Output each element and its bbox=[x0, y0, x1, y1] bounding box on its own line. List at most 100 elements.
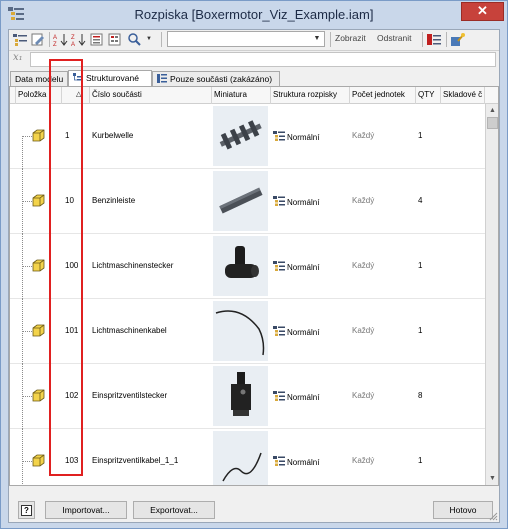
qty-cell[interactable]: 4 bbox=[416, 169, 441, 234]
thumbnail-cell bbox=[212, 364, 271, 429]
remove-button[interactable]: Odstranit bbox=[377, 33, 412, 43]
part-number-cell[interactable]: Einspritzventilstecker bbox=[90, 364, 212, 429]
part-number-cell[interactable]: Kurbelwelle bbox=[90, 104, 212, 169]
search-dropdown-arrow[interactable]: ▼ bbox=[146, 36, 152, 42]
unit-quantity-cell[interactable]: Každý bbox=[350, 364, 416, 429]
unit-quantity-cell[interactable]: Každý bbox=[350, 234, 416, 299]
bom-structure-cell[interactable]: Normální bbox=[271, 104, 350, 169]
scroll-down-icon[interactable]: ▼ bbox=[486, 472, 498, 485]
chevron-down-icon[interactable]: ▼ bbox=[311, 33, 323, 45]
header-qty[interactable]: QTY bbox=[416, 87, 441, 104]
qty-cell[interactable]: 1 bbox=[416, 429, 441, 485]
formula-input[interactable] bbox=[30, 52, 496, 67]
stock-number-cell[interactable] bbox=[441, 104, 485, 169]
header-unit-quantity[interactable]: Počet jednotek bbox=[350, 87, 416, 104]
part-number-cell[interactable]: Lichtmaschinenkabel bbox=[90, 299, 212, 364]
bom-structure: Normální bbox=[273, 196, 319, 207]
vertical-scrollbar[interactable]: ▲ ▼ bbox=[485, 104, 498, 485]
bom-structure-cell[interactable]: Normální bbox=[271, 169, 350, 234]
header-bom-structure[interactable]: Struktura rozpisky bbox=[271, 87, 350, 104]
scroll-thumb[interactable] bbox=[487, 117, 498, 129]
qty-cell[interactable]: 8 bbox=[416, 364, 441, 429]
grid-header: Položka △ Číslo součásti Miniatura Struk… bbox=[10, 87, 498, 104]
unit-quantity: Každý bbox=[352, 261, 375, 270]
bom-structure-cell[interactable]: Normální bbox=[271, 429, 350, 485]
qty-cell[interactable]: 1 bbox=[416, 299, 441, 364]
show-button[interactable]: Zobrazit bbox=[335, 33, 366, 43]
done-button[interactable]: Hotovo bbox=[433, 501, 493, 519]
scroll-up-icon[interactable]: ▲ bbox=[486, 104, 498, 117]
part-number: Kurbelwelle bbox=[92, 131, 134, 140]
bom-icon[interactable] bbox=[12, 32, 28, 47]
help-button[interactable]: ? bbox=[18, 501, 35, 519]
unit-quantity: Každý bbox=[352, 326, 375, 335]
bom-structure: Normální bbox=[273, 326, 319, 337]
toolbar-separator bbox=[330, 32, 331, 47]
stock-number-cell[interactable] bbox=[441, 299, 485, 364]
search-icon[interactable] bbox=[127, 32, 143, 47]
part-thumbnail bbox=[213, 236, 268, 296]
properties-icon[interactable] bbox=[107, 32, 123, 47]
qty-cell[interactable]: 1 bbox=[416, 104, 441, 169]
header-stock-number[interactable]: Skladové č bbox=[441, 87, 485, 104]
bom-structure-label: Normální bbox=[287, 393, 320, 402]
bom-structure-cell[interactable]: Normální bbox=[271, 234, 350, 299]
unit-quantity-cell[interactable]: Každý bbox=[350, 104, 416, 169]
part-thumbnail bbox=[213, 171, 268, 231]
tab-structured-label: Strukturované bbox=[86, 73, 139, 83]
part-thumbnail bbox=[213, 106, 268, 166]
sort-az-icon[interactable]: AZ bbox=[53, 32, 69, 47]
part-number-cell[interactable]: Lichtmaschinenstecker bbox=[90, 234, 212, 299]
qty: 8 bbox=[418, 391, 423, 400]
export-button[interactable]: Exportovat... bbox=[133, 501, 215, 519]
stock-number-cell[interactable] bbox=[441, 234, 485, 299]
structure-icon bbox=[273, 326, 285, 336]
part-thumbnail bbox=[213, 431, 268, 485]
bom-structure: Normální bbox=[273, 391, 319, 402]
tree-connector bbox=[22, 461, 32, 462]
wizard-icon[interactable] bbox=[450, 32, 466, 47]
bom-structure-label: Normální bbox=[287, 328, 320, 337]
thumbnail-cell bbox=[212, 169, 271, 234]
resize-grip-icon[interactable] bbox=[489, 512, 498, 521]
tab-parts-only[interactable]: Pouze součásti (zakázáno) bbox=[152, 71, 280, 86]
sort-za-icon[interactable]: ZA bbox=[71, 32, 87, 47]
bom-structure: Normální bbox=[273, 456, 319, 467]
thumbnail-cell bbox=[212, 429, 271, 485]
part-icon bbox=[32, 389, 45, 402]
title-bar[interactable]: Rozpiska [Boxermotor_Viz_Example.iam] ✕ bbox=[1, 1, 507, 29]
stock-number-cell[interactable] bbox=[441, 364, 485, 429]
qty: 1 bbox=[418, 131, 423, 140]
unit-quantity-cell[interactable]: Každý bbox=[350, 169, 416, 234]
toolbar-separator bbox=[161, 32, 162, 47]
qty-cell[interactable]: 1 bbox=[416, 234, 441, 299]
edit-icon[interactable] bbox=[30, 32, 46, 47]
structure-icon bbox=[273, 196, 285, 206]
svg-text:Z: Z bbox=[53, 42, 57, 47]
bom-structure-cell[interactable]: Normální bbox=[271, 364, 350, 429]
stock-number-cell[interactable] bbox=[441, 169, 485, 234]
header-part-number[interactable]: Číslo součásti bbox=[90, 87, 212, 104]
header-thumbnail[interactable]: Miniatura bbox=[212, 87, 271, 104]
part-number-cell[interactable]: Benzinleiste bbox=[90, 169, 212, 234]
button-bar: ? Importovat... Exportovat... Hotovo bbox=[9, 499, 499, 523]
import-button[interactable]: Importovat... bbox=[45, 501, 127, 519]
close-button[interactable]: ✕ bbox=[461, 2, 504, 21]
formula-icon: x₁ bbox=[13, 52, 23, 63]
stock-number-cell[interactable] bbox=[441, 429, 485, 485]
bom-structure: Normální bbox=[273, 131, 319, 142]
filter-select[interactable]: ▼ bbox=[167, 31, 325, 47]
export-bom-icon[interactable] bbox=[426, 32, 442, 47]
unit-quantity-cell[interactable]: Každý bbox=[350, 429, 416, 485]
unit-quantity-cell[interactable]: Každý bbox=[350, 299, 416, 364]
part-icon bbox=[32, 454, 45, 467]
bom-structure-cell[interactable]: Normální bbox=[271, 299, 350, 364]
part-number: Benzinleiste bbox=[92, 196, 136, 205]
part-number: Lichtmaschinenkabel bbox=[92, 326, 167, 335]
renumber-icon[interactable] bbox=[89, 32, 105, 47]
part-number-cell[interactable]: Einspritzventilkabel_1_1 bbox=[90, 429, 212, 485]
part-number: Einspritzventilstecker bbox=[92, 391, 168, 400]
bom-window: Rozpiska [Boxermotor_Viz_Example.iam] ✕ … bbox=[0, 0, 508, 529]
tree-connector bbox=[22, 136, 32, 137]
unit-quantity: Každý bbox=[352, 456, 375, 465]
